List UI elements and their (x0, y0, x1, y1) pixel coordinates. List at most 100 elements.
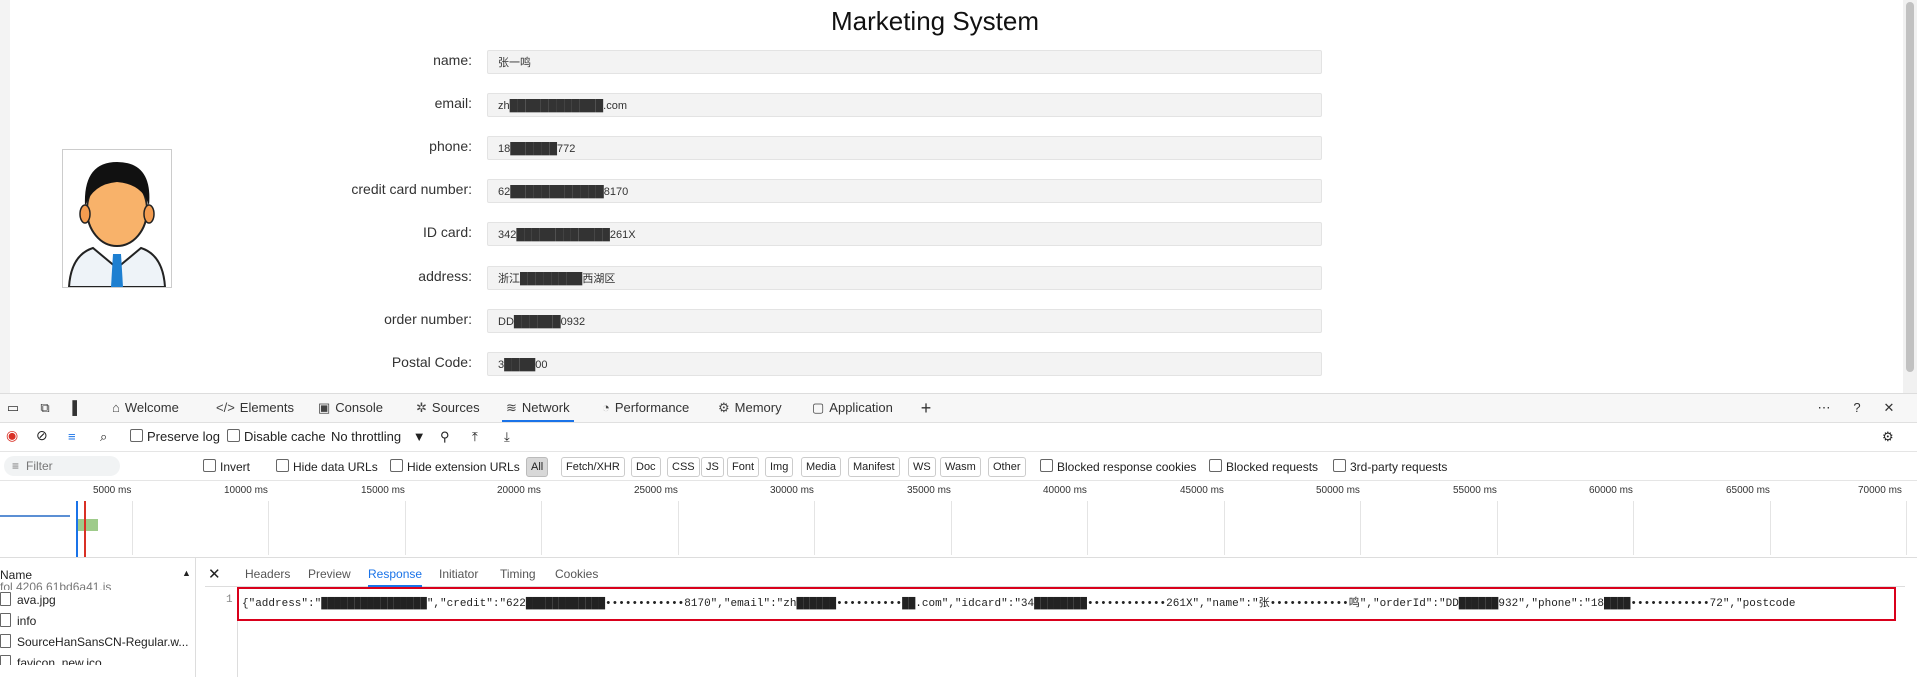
devtools-tabbar: ▭ ⧉ ▌ ⌂ Welcome </> Elements ▣ Console ✲ Sou… (0, 394, 1917, 423)
request-item[interactable]: SourceHanSansCN-Regular.w... (0, 634, 188, 649)
name-row: name: 张一鸣 (0, 50, 1330, 76)
network-settings-icon[interactable]: ⚙ (1882, 429, 1894, 445)
timeline-request-bar (0, 515, 70, 517)
type-wasm-button[interactable]: Wasm (940, 457, 981, 477)
filter-toggle-icon[interactable]: ≡ (68, 429, 76, 444)
import-har-icon[interactable]: ⤒ (472, 429, 478, 445)
id-card-field[interactable]: 342████████████261X (487, 222, 1322, 246)
code-icon: </> (216, 400, 235, 415)
type-ws-button[interactable]: WS (908, 457, 936, 477)
tab-timing[interactable]: Timing (500, 567, 536, 581)
scrollbar-thumb[interactable] (1906, 2, 1914, 372)
inspect-icon[interactable]: ⧉ (36, 399, 54, 417)
preserve-log-checkbox[interactable]: Preserve log (130, 429, 220, 444)
postal-code-field[interactable]: 3████00 (487, 352, 1322, 376)
file-icon (0, 613, 11, 627)
timeline-gridline (1906, 501, 1907, 555)
load-marker (84, 501, 86, 557)
timeline-gridline (1360, 501, 1361, 555)
tab-sources[interactable]: ✲ Sources (412, 394, 484, 422)
close-devtools-icon[interactable]: ✕ (1880, 399, 1898, 417)
blocked-requests-checkbox[interactable]: Blocked requests (1209, 459, 1318, 474)
type-font-button[interactable]: Font (727, 457, 760, 477)
tab-network[interactable]: ≋ Network (502, 394, 574, 422)
file-icon (0, 592, 11, 606)
tab-performance[interactable]: ◔ Performance (598, 394, 693, 422)
wifi-icon: ≋ (506, 400, 517, 415)
clear-icon[interactable]: ⊘ (36, 427, 48, 444)
search-icon[interactable]: ⌕ (100, 429, 107, 445)
device-emulation-icon[interactable]: ▭ (4, 399, 22, 417)
tab-elements[interactable]: </> Elements (212, 394, 298, 422)
bug-icon: ✲ (416, 400, 427, 415)
id-card-row: ID card: 342████████████261X (0, 222, 1330, 248)
timeline-gridline (1770, 501, 1771, 555)
email-field[interactable]: zh████████████.com (487, 93, 1322, 117)
tab-headers[interactable]: Headers (245, 567, 290, 581)
dock-side-icon[interactable]: ▌ (68, 399, 86, 417)
export-har-icon[interactable]: ⤓ (504, 429, 510, 445)
timeline-tick: 30000 ms (770, 485, 814, 496)
tab-welcome[interactable]: ⌂ Welcome (108, 394, 183, 422)
type-media-button[interactable]: Media (801, 457, 841, 477)
type-all-button[interactable]: All (526, 457, 549, 477)
record-icon[interactable]: ◉ (6, 427, 18, 444)
order-number-field[interactable]: DD██████0932 (487, 309, 1322, 333)
page-scrollbar[interactable] (1903, 0, 1917, 393)
type-js-button[interactable]: JS (701, 457, 724, 477)
checkbox-box (227, 429, 240, 442)
type-manifest-button[interactable]: Manifest (848, 457, 900, 477)
line-number: 1 (226, 594, 233, 606)
tab-console-label: Console (335, 400, 383, 415)
response-body[interactable]: 1 {"address":"████████████████","credit"… (200, 587, 1917, 677)
request-item[interactable]: favicon_new.ico (0, 655, 102, 665)
phone-field[interactable]: 18██████772 (487, 136, 1322, 160)
sort-up-icon[interactable]: ▲ (182, 568, 191, 578)
timeline-tick: 15000 ms (361, 485, 405, 496)
credit-card-field[interactable]: 62████████████8170 (487, 179, 1322, 203)
blocked-response-cookies-checkbox[interactable]: Blocked response cookies (1040, 459, 1196, 474)
type-other-button[interactable]: Other (988, 457, 1026, 477)
request-item[interactable]: fol 4206 61bd6a41.js (0, 580, 111, 590)
id-card-label: ID card: (422, 224, 472, 240)
tab-console[interactable]: ▣ Console (314, 394, 387, 422)
network-details: Name ▲ fol 4206 61bd6a41.js ava.jpg info… (0, 558, 1917, 677)
type-css-button[interactable]: CSS (667, 457, 700, 477)
request-item[interactable]: ava.jpg (0, 592, 56, 607)
address-field[interactable]: 浙江████████西湖区 (487, 266, 1322, 290)
filter-input[interactable]: ≡ Filter (4, 456, 120, 476)
timeline-tick: 70000 ms (1858, 485, 1902, 496)
devtools-panel: ▭ ⧉ ▌ ⌂ Welcome </> Elements ▣ Console ✲ Sou… (0, 393, 1917, 677)
tab-cookies[interactable]: Cookies (555, 567, 598, 581)
invert-checkbox[interactable]: Invert (203, 459, 250, 474)
network-timeline[interactable]: 5000 ms 10000 ms 15000 ms 20000 ms 25000… (0, 481, 1917, 558)
order-number-label: order number: (384, 311, 472, 327)
hide-data-urls-checkbox[interactable]: Hide data URLs (276, 459, 378, 474)
tab-welcome-label: Welcome (124, 400, 179, 415)
name-field[interactable]: 张一鸣 (487, 50, 1322, 74)
request-item-selected[interactable]: info (0, 613, 36, 628)
third-party-checkbox[interactable]: 3rd-party requests (1333, 459, 1447, 474)
type-img-button[interactable]: Img (765, 457, 794, 477)
tab-initiator[interactable]: Initiator (439, 567, 478, 581)
tab-preview[interactable]: Preview (308, 567, 351, 581)
hide-data-urls-label: Hide data URLs (293, 460, 378, 474)
type-doc-button[interactable]: Doc (631, 457, 661, 477)
tab-memory[interactable]: ⚙ Memory (714, 394, 786, 422)
tab-application[interactable]: ▢ Application (808, 394, 897, 422)
checkbox-box (1333, 459, 1346, 472)
more-options-icon[interactable]: ⋯ (1815, 399, 1833, 417)
dom-content-loaded-marker (76, 501, 78, 557)
tab-application-label: Application (829, 400, 893, 415)
throttling-select[interactable]: No throttling ▼ (331, 429, 426, 444)
help-icon[interactable]: ? (1848, 399, 1866, 417)
add-tab-icon[interactable]: + (917, 399, 935, 417)
network-conditions-icon[interactable]: ⚲ (440, 429, 450, 445)
disable-cache-checkbox[interactable]: Disable cache (227, 429, 326, 444)
hide-extension-urls-checkbox[interactable]: Hide extension URLs (390, 459, 520, 474)
credit-card-row: credit card number: 62████████████8170 (0, 179, 1330, 205)
network-toolbar: ◉ ⊘ ≡ ⌕ Preserve log Disable cache No th… (0, 423, 1917, 452)
tab-memory-label: Memory (734, 400, 782, 415)
type-fetch-xhr-button[interactable]: Fetch/XHR (561, 457, 625, 477)
tab-response[interactable]: Response (368, 567, 423, 587)
